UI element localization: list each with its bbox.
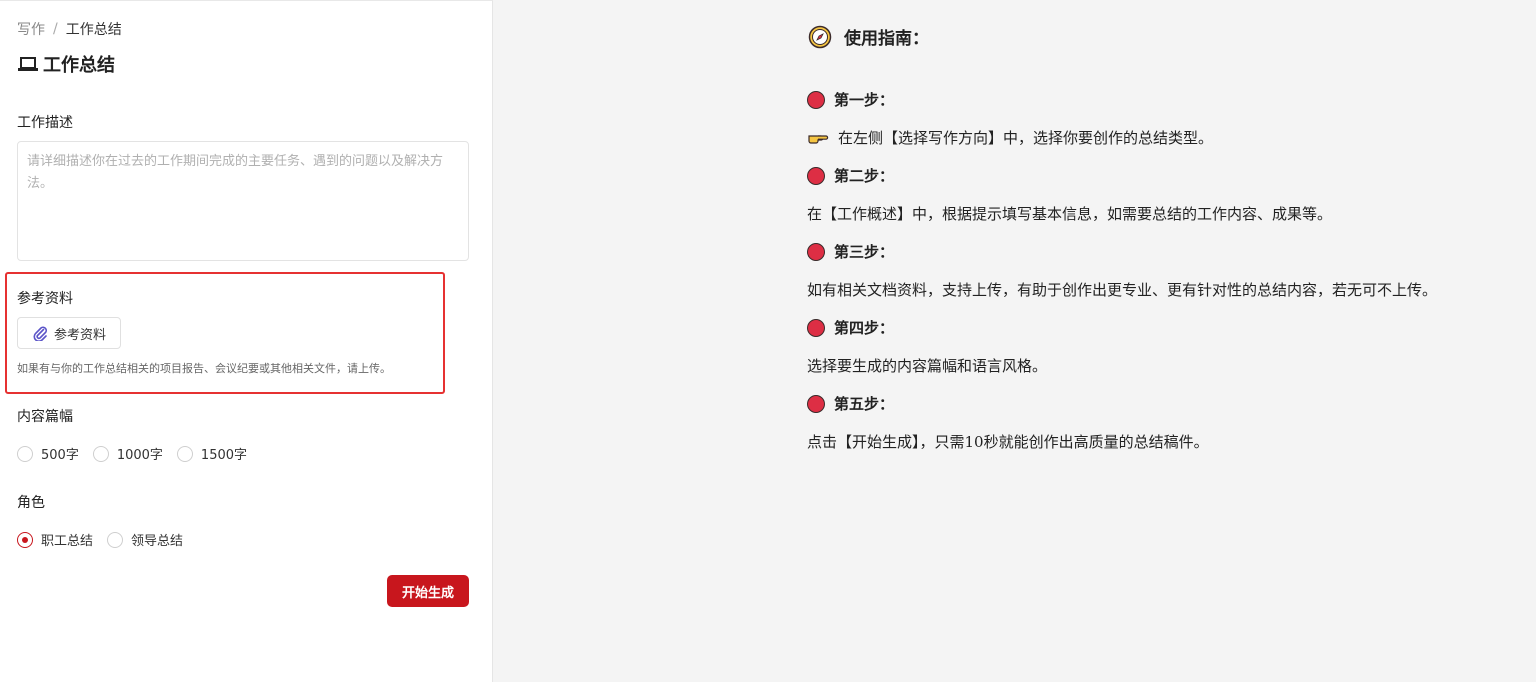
guide-step-3-heading: 第三步：	[807, 241, 894, 262]
guide-step-3-text: 如有相关文档资料，支持上传，有助于创作出更专业、更有针对性的总结内容，若无可不上…	[807, 279, 1437, 300]
length-option-1000[interactable]: 1000字	[92, 444, 163, 463]
guide-panel: 使用指南： 第一步： 在左侧【选择写作方向】中，选择你要创作的总结类型。 第二步…	[493, 0, 1536, 682]
step-heading-text: 第一步：	[834, 91, 895, 109]
step-heading-text: 第二步：	[834, 167, 895, 185]
radio-circle[interactable]	[17, 445, 33, 462]
breadcrumb: 写作 / 工作总结	[17, 19, 122, 39]
description-label: 工作描述	[17, 115, 73, 131]
upload-reference-button[interactable]: 参考资料	[17, 317, 121, 349]
role-option-label: 职工总结	[41, 534, 94, 549]
paperclip-icon	[33, 326, 47, 341]
role-option-label: 领导总结	[131, 534, 184, 549]
laptop-icon	[18, 57, 38, 71]
page-title: 工作总结	[17, 51, 115, 77]
description-textarea[interactable]	[17, 141, 469, 261]
step-heading-text: 第三步：	[834, 243, 895, 261]
compass-icon	[808, 25, 832, 48]
step-text: 在【工作概述】中，根据提示填写基本信息，如需要总结的工作内容、成果等。	[807, 205, 1333, 223]
breadcrumb-item-writing[interactable]: 写作	[17, 19, 45, 39]
radio-circle[interactable]	[176, 445, 193, 462]
step-heading-text: 第四步：	[834, 319, 895, 337]
length-option-1500[interactable]: 1500字	[176, 444, 248, 463]
radio-circle[interactable]	[92, 445, 109, 462]
guide-step-4-heading: 第四步：	[807, 317, 894, 338]
left-panel: 写作 / 工作总结 工作总结 工作描述 参考资料 参考资料 如果有与你的工作总结…	[0, 0, 493, 682]
breadcrumb-separator: /	[53, 21, 58, 37]
step-text: 如有相关文档资料，支持上传，有助于创作出更专业、更有针对性的总结内容，若无可不上…	[807, 281, 1438, 299]
guide-step-1-heading: 第一步：	[807, 89, 894, 110]
length-label: 内容篇幅	[17, 409, 73, 425]
length-option-label: 1500字	[200, 448, 248, 463]
role-label: 角色	[17, 495, 45, 511]
guide-step-4-text: 选择要生成的内容篇幅和语言风格。	[807, 355, 1047, 376]
length-option-500[interactable]: 500字	[17, 444, 79, 463]
guide-step-5-text: 点击【开始生成】，只需10秒就能创作出高质量的总结稿件。	[807, 431, 1209, 452]
red-circle-icon	[807, 90, 825, 109]
role-option-leader[interactable]: 领导总结	[107, 530, 183, 549]
guide-title: 使用指南：	[808, 24, 929, 49]
red-circle-icon	[807, 318, 825, 337]
red-circle-icon	[807, 242, 825, 261]
radio-circle[interactable]	[107, 531, 124, 548]
length-option-label: 500字	[41, 448, 79, 463]
guide-step-2-text: 在【工作概述】中，根据提示填写基本信息，如需要总结的工作内容、成果等。	[807, 203, 1332, 224]
start-generate-button[interactable]: 开始生成	[387, 575, 469, 607]
step-text: 选择要生成的内容篇幅和语言风格。	[807, 357, 1048, 375]
guide-step-1-text: 在左侧【选择写作方向】中，选择你要创作的总结类型。	[807, 127, 1213, 148]
length-radio-group: 500字 1000字 1500字	[17, 444, 247, 463]
reference-label: 参考资料	[17, 291, 73, 307]
page-title-text: 工作总结	[43, 55, 115, 76]
role-radio-group: 职工总结 领导总结	[17, 530, 183, 549]
radio-circle-checked[interactable]	[17, 531, 33, 548]
step-text: 点击【开始生成】，只需10秒就能创作出高质量的总结稿件。	[807, 433, 1209, 451]
pointing-hand-icon	[808, 134, 829, 144]
role-option-employee[interactable]: 职工总结	[17, 530, 93, 549]
guide-step-5-heading: 第五步：	[807, 393, 894, 414]
length-option-label: 1000字	[116, 448, 163, 463]
breadcrumb-item-current: 工作总结	[65, 22, 122, 38]
red-circle-icon	[807, 166, 825, 185]
reference-hint: 如果有与你的工作总结相关的项目报告、会议纪要或其他相关文件，请上传。	[17, 362, 391, 375]
guide-title-text: 使用指南：	[844, 29, 929, 49]
step-heading-text: 第五步：	[834, 395, 895, 413]
red-circle-icon	[807, 394, 825, 413]
guide-step-2-heading: 第二步：	[807, 165, 894, 186]
step-text: 在左侧【选择写作方向】中，选择你要创作的总结类型。	[838, 129, 1214, 147]
upload-reference-button-label: 参考资料	[53, 327, 106, 343]
